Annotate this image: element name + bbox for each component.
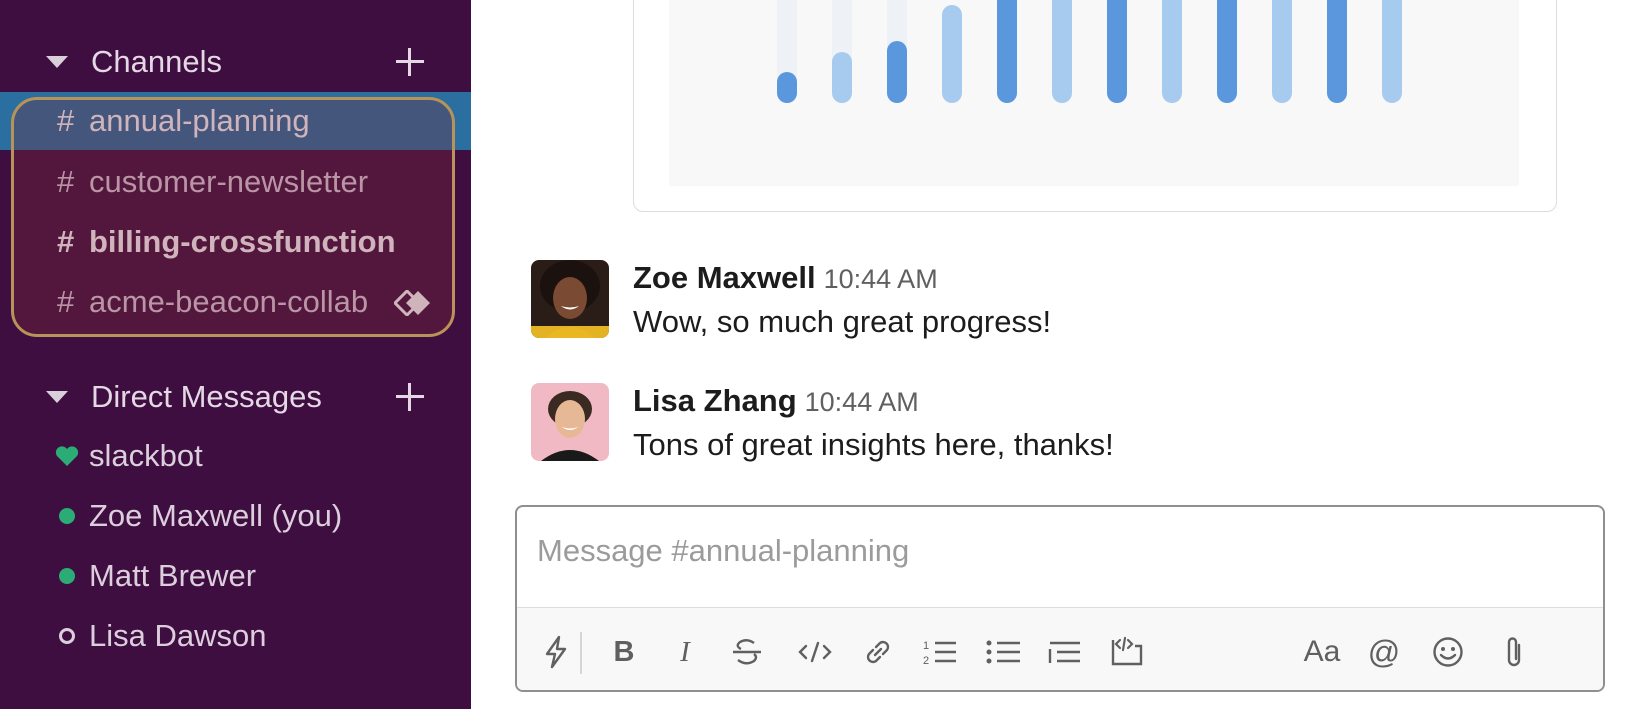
channels-highlight-outline: [11, 97, 455, 337]
chart-bar: [1382, 0, 1402, 103]
chart-bar: [1107, 0, 1127, 103]
dm-lisa-dawson[interactable]: Lisa Dawson: [0, 607, 471, 665]
avatar[interactable]: [531, 383, 609, 461]
chart-bar: [942, 5, 962, 103]
presence-online-icon: [59, 508, 75, 524]
message-timestamp[interactable]: 10:44 AM: [824, 264, 938, 294]
avatar[interactable]: [531, 260, 609, 338]
formatting-toolbar: B I 12 Aa @: [517, 607, 1603, 690]
chart-bar: [1052, 0, 1072, 103]
dm-label: slackbot: [89, 438, 203, 473]
mention-icon[interactable]: @: [1367, 633, 1401, 671]
chart-bar: [887, 41, 907, 103]
channels-section-header[interactable]: Channels: [0, 37, 471, 87]
chart-bars: [777, 0, 1402, 103]
attachment-icon[interactable]: [1499, 633, 1529, 671]
chart-bar: [1327, 0, 1347, 103]
add-channel-plus-icon[interactable]: [395, 47, 425, 77]
blockquote-icon[interactable]: [1047, 633, 1083, 671]
message-text: Wow, so much great progress!: [633, 304, 1052, 339]
emoji-icon[interactable]: [1431, 633, 1465, 671]
message-timestamp[interactable]: 10:44 AM: [805, 387, 919, 417]
author-name[interactable]: Zoe Maxwell: [633, 260, 816, 295]
chart-attachment[interactable]: [633, 0, 1557, 212]
dm-zoe-maxwell[interactable]: Zoe Maxwell (you): [0, 487, 471, 545]
chart-bar: [1162, 0, 1182, 103]
author-name[interactable]: Lisa Zhang: [633, 383, 797, 418]
dm-label: Lisa Dawson: [89, 618, 267, 653]
message-author[interactable]: Zoe Maxwell 10:44 AM: [633, 260, 938, 296]
bulleted-list-icon[interactable]: [985, 633, 1023, 671]
message-author[interactable]: Lisa Zhang 10:44 AM: [633, 383, 919, 419]
bold-icon[interactable]: B: [609, 633, 639, 671]
dm-section-header[interactable]: Direct Messages: [0, 372, 471, 422]
svg-text:1: 1: [923, 640, 929, 652]
chart-bar: [997, 0, 1017, 103]
channels-header-label: Channels: [91, 44, 222, 79]
dm-header-label: Direct Messages: [91, 379, 322, 414]
dm-matt-brewer[interactable]: Matt Brewer: [0, 547, 471, 605]
caret-down-icon[interactable]: [46, 391, 68, 403]
chart-bar: [777, 72, 797, 103]
message-text: Tons of great insights here, thanks!: [633, 427, 1114, 462]
toolbar-separator: [580, 632, 582, 674]
message-composer: B I 12 Aa @: [515, 505, 1605, 692]
message-input[interactable]: [535, 525, 1579, 577]
svg-text:2: 2: [923, 655, 929, 667]
heart-icon: [55, 446, 79, 466]
dm-slackbot[interactable]: slackbot: [0, 427, 471, 485]
shortcuts-icon[interactable]: [541, 633, 571, 671]
chart-bar: [1217, 0, 1237, 103]
presence-away-icon: [59, 628, 75, 644]
chart-bar: [832, 52, 852, 103]
strikethrough-icon[interactable]: [729, 633, 765, 671]
dm-label: Matt Brewer: [89, 558, 257, 593]
formatting-icon[interactable]: Aa: [1302, 633, 1342, 671]
sidebar: Channels # annual-planning # customer-ne…: [0, 0, 471, 709]
add-dm-plus-icon[interactable]: [395, 382, 425, 412]
code-block-icon[interactable]: [1109, 633, 1145, 671]
dm-label: Zoe Maxwell (you): [89, 498, 343, 533]
message-pane: Zoe Maxwell 10:44 AM Wow, so much great p…: [471, 0, 1628, 709]
presence-online-icon: [59, 568, 75, 584]
chart-bar: [1272, 0, 1292, 103]
link-icon[interactable]: [861, 633, 895, 671]
caret-down-icon[interactable]: [46, 56, 68, 68]
ordered-list-icon[interactable]: 12: [921, 633, 959, 671]
code-icon[interactable]: [797, 633, 833, 671]
italic-icon[interactable]: I: [670, 633, 700, 671]
chart-background: [669, 0, 1519, 186]
